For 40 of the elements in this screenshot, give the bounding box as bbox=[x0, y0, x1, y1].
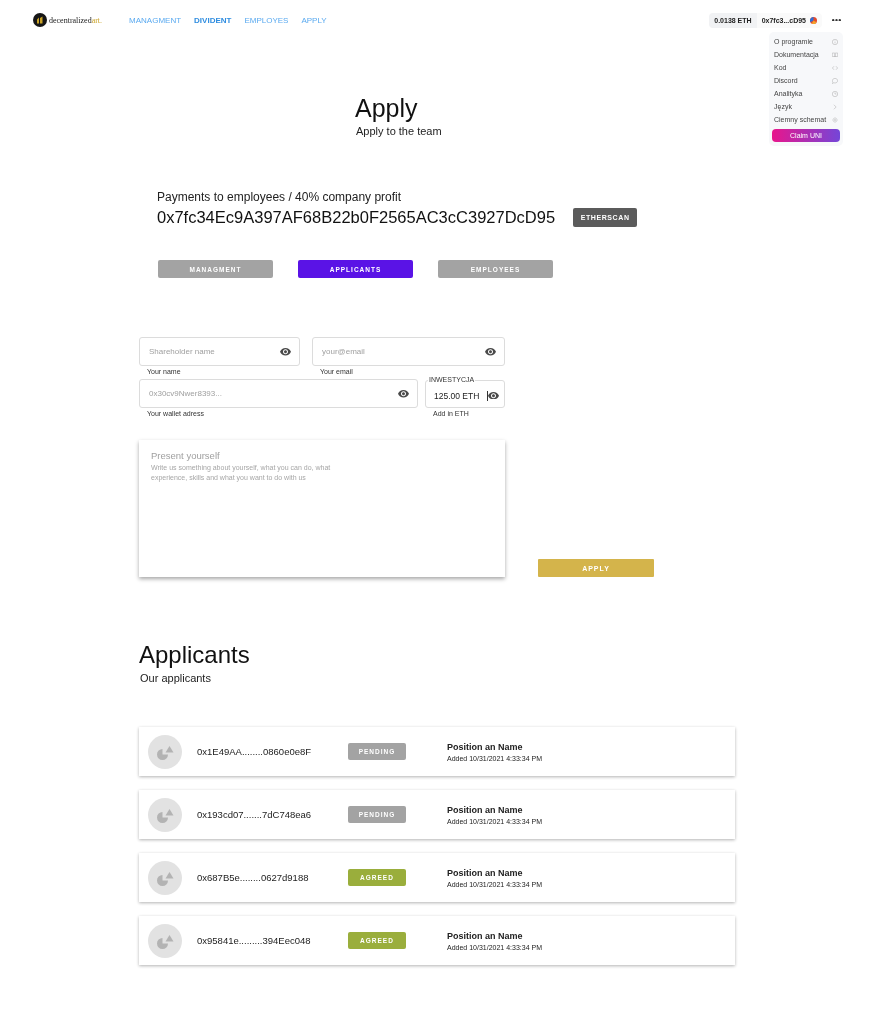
wallet-address: 0x193cd07.......7dC748ea6 bbox=[197, 809, 313, 820]
book-icon bbox=[832, 51, 838, 58]
wallet-address: 0x95841e.........394Eec048 bbox=[197, 935, 312, 946]
input-field[interactable]: Shareholder name bbox=[139, 337, 300, 366]
wallet-address: 0x1E49AA........0860e0e8F bbox=[197, 746, 313, 757]
section-title: Applicants bbox=[139, 643, 251, 667]
nav-link[interactable]: DIVIDENT bbox=[194, 15, 232, 25]
avatar-placeholder-icon bbox=[148, 923, 182, 958]
page-subtitle: Apply to the team bbox=[356, 125, 443, 138]
position-name: Position an Name bbox=[447, 867, 524, 878]
text-cursor-icon bbox=[487, 390, 488, 401]
logo-text[interactable]: decentralizedart. bbox=[49, 15, 103, 25]
avatar-placeholder-icon bbox=[148, 734, 182, 769]
contract-address: 0x7fc34Ec9A397AF68B22b0F2565AC3cC3927DcD95 bbox=[157, 207, 556, 227]
clock-icon bbox=[832, 90, 838, 97]
title-field[interactable]: Present yourself bbox=[151, 449, 493, 462]
contract-caption: Payments to employees / 40% company profit bbox=[157, 190, 403, 204]
position-name: Position an Name bbox=[447, 930, 524, 941]
amount-input[interactable]: 125.00 ETH bbox=[434, 384, 485, 407]
more-icon[interactable] bbox=[832, 18, 841, 22]
chevron-right-icon bbox=[832, 103, 838, 110]
code-icon bbox=[832, 64, 838, 71]
wallet-address: 0x687B5e........0627d9188 bbox=[197, 872, 310, 883]
sun-icon bbox=[832, 116, 838, 123]
avatar-placeholder-icon bbox=[148, 797, 182, 832]
avatar-placeholder-icon bbox=[148, 860, 182, 895]
eye-icon[interactable] bbox=[280, 348, 291, 356]
page-title: Apply bbox=[355, 96, 419, 121]
account-avatar-icon bbox=[810, 16, 817, 24]
input-field[interactable]: your@email bbox=[312, 337, 505, 366]
eye-icon[interactable] bbox=[488, 391, 499, 400]
input-field[interactable]: 0x30cv9Nwer8393... bbox=[139, 379, 418, 408]
eye-icon[interactable] bbox=[485, 348, 496, 356]
position-name: Position an Name bbox=[447, 741, 524, 752]
eye-icon[interactable] bbox=[398, 390, 409, 398]
chat-bubble-icon bbox=[832, 77, 838, 84]
logo-icon[interactable] bbox=[33, 13, 47, 27]
position-name: Position an Name bbox=[447, 804, 524, 815]
section-subtitle: Our applicants bbox=[140, 672, 212, 685]
info-icon bbox=[832, 38, 838, 45]
